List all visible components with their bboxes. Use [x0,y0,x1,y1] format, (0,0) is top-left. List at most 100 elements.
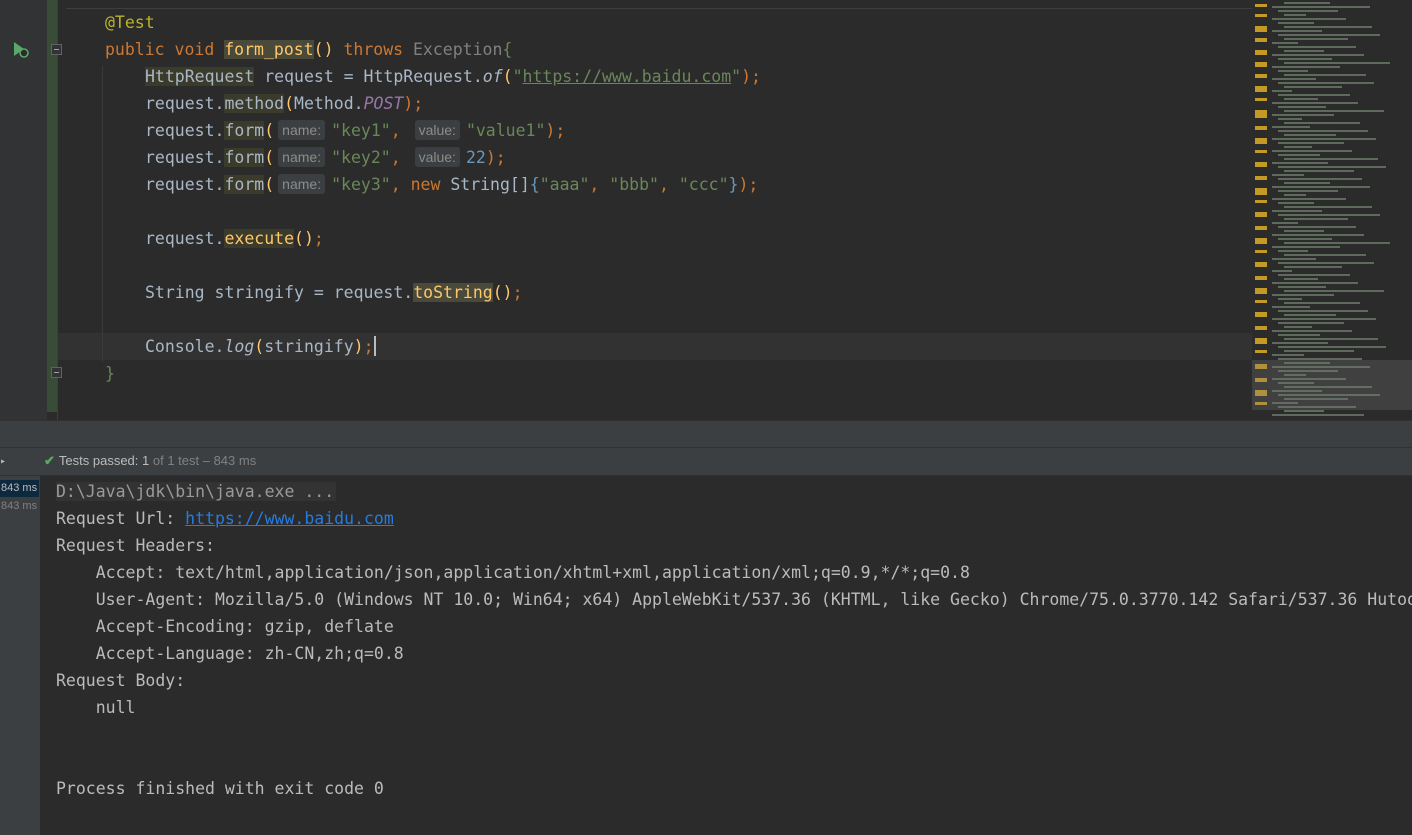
minimap-marker [1255,238,1267,244]
code-line-form-key1: request.form(name: "key1", value: "value1"… [145,120,566,140]
fold-marker-icon[interactable] [51,367,62,378]
code-line-execute: request.execute(); [145,229,324,248]
minimap-marker [1255,200,1267,203]
console-line-headers: Request Headers: [56,536,215,555]
minimap-code-line [1272,162,1328,164]
minimap-code-line [1278,238,1332,240]
code-editor[interactable]: @Test public void form_post() throws Exc… [0,0,1412,420]
minimap-code-line [1284,302,1360,304]
minimap-code-line [1278,334,1320,336]
minimap-marker [1255,226,1267,230]
indent-guide [102,66,103,362]
minimap-code-line [1278,10,1338,12]
minimap-marker [1255,338,1267,344]
minimap-code-line [1284,206,1372,208]
minimap-code-line [1278,298,1302,300]
minimap-marker [1255,150,1267,153]
minimap-marker [1255,62,1267,67]
minimap-code-line [1278,190,1338,192]
minimap-marker [1255,138,1267,144]
minimap-code-line [1278,130,1368,132]
editor-gutter [0,0,47,420]
code-line-console-log: Console.log(stringify); [145,336,376,356]
minimap-code-line [1284,122,1360,124]
minimap-code-line [1284,50,1324,52]
minimap-code-line [1278,46,1356,48]
console-url-link[interactable]: https://www.baidu.com [185,509,394,528]
minimap-code-line [1272,78,1316,80]
param-hint: name: [278,174,326,194]
minimap-code-line [1278,226,1356,228]
console-line-accept-encoding: Accept-Encoding: gzip, deflate [56,617,394,636]
console-output[interactable]: D:\Java\jdk\bin\java.exe ... Request Url… [40,476,1412,835]
minimap-code-line [1284,254,1366,256]
console-line-body-value: null [56,698,136,717]
test-tree-item-form-post[interactable]: 843 ms [0,500,37,512]
minimap-marker [1255,14,1267,17]
minimap-code-line [1278,142,1344,144]
console-line-body: Request Body: [56,671,186,690]
minimap-code-line [1284,110,1384,112]
minimap-code-line [1284,230,1324,232]
minimap-code-line [1278,154,1320,156]
run-test-icon[interactable] [10,40,30,58]
minimap-marker [1255,4,1267,7]
minimap-code-line [1272,42,1298,44]
minimap-code-line [1284,410,1324,412]
minimap-code-line [1284,350,1354,352]
minimap-code-line [1284,338,1378,340]
console-line-cmd[interactable]: D:\Java\jdk\bin\java.exe ... [56,478,337,505]
minimap-marker [1255,262,1267,267]
minimap-code-line [1272,90,1292,92]
minimap-marker [1255,38,1267,42]
minimap-code-line [1284,98,1318,100]
minimap-code-line [1272,138,1376,140]
code-line-request-create: HttpRequest request = HttpRequest.of("ht… [145,67,761,86]
code-line-form-key3: request.form(name: "key3", new String[]{"… [145,174,759,194]
minimap-code-line [1272,6,1370,8]
minimap-code-line [1284,266,1342,268]
minimap-code-line [1278,106,1326,108]
minimap-code-line [1272,330,1352,332]
minimap-code-line [1284,326,1312,328]
minimap-code-line [1272,318,1376,320]
console-line-url: Request Url: https://www.baidu.com [56,509,394,528]
minimap-code-line [1278,310,1368,312]
test-status-label: Tests passed: [58,453,143,468]
minimap-code-line [1272,66,1340,68]
console-line-exit: Process finished with exit code 0 [56,779,384,798]
minimap-code-line [1284,26,1372,28]
minimap-code-line [1278,82,1374,84]
run-toolbar: ✔ Tests passed: 1 of 1 test – 843 ms [0,448,1412,476]
minimap-viewport[interactable] [1252,360,1412,410]
param-hint: value: [414,120,460,140]
test-tree[interactable]: 843 ms 843 ms [0,476,40,835]
minimap-code-line [1272,54,1364,56]
test-tree-item-root[interactable]: 843 ms [0,480,39,497]
minimap-code-line [1284,290,1384,292]
minimap-code-line [1278,118,1302,120]
minimap-code-line [1278,274,1350,276]
minimap-code-line [1278,166,1386,168]
minimap-marker [1255,312,1267,317]
minimap-code-line [1272,174,1304,176]
fold-marker-icon[interactable] [51,44,62,55]
minimap-marker [1255,276,1267,280]
minimap-code-line [1278,58,1332,60]
minimap-code-line [1272,282,1358,284]
minimap-code-line [1284,194,1306,196]
vcs-change-bar[interactable] [47,0,57,412]
minimap-code-line [1278,34,1380,36]
minimap-code-line [1278,94,1350,96]
minimap-code-line [1272,198,1346,200]
minimap-code-line [1284,86,1342,88]
code-line-close-brace: } [105,364,115,383]
code-url-link[interactable]: https://www.baidu.com [523,67,732,86]
code-minimap[interactable] [1252,0,1412,420]
minimap-marker [1255,300,1267,303]
minimap-marker [1255,50,1267,55]
minimap-code-line [1284,314,1336,316]
test-status: ✔ Tests passed: 1 of 1 test – 843 ms [44,453,256,469]
collapse-marker-icon[interactable]: ▸ [0,456,6,467]
panel-splitter[interactable] [0,420,1412,448]
